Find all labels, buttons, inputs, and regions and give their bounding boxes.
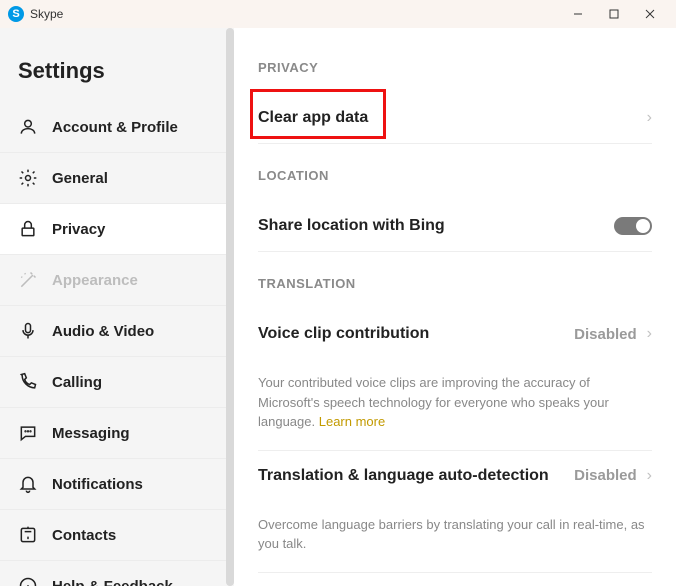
microphone-icon [18, 321, 38, 341]
sidebar-item-notifications[interactable]: Notifications [0, 459, 234, 510]
chevron-right-icon: › [647, 325, 652, 343]
sidebar: Settings Account & Profile General Priva… [0, 28, 234, 586]
message-icon [18, 423, 38, 443]
chevron-right-icon: › [647, 109, 652, 127]
share-location-toggle[interactable] [614, 217, 652, 235]
sidebar-item-label: Audio & Video [52, 323, 154, 340]
content-panel: PRIVACY Clear app data › LOCATION Share … [234, 28, 676, 586]
voice-clip-label: Voice clip contribution [258, 325, 429, 343]
chevron-right-icon: › [647, 467, 652, 485]
phone-icon [18, 372, 38, 392]
info-icon [18, 576, 38, 586]
sidebar-item-appearance[interactable]: Appearance [0, 255, 234, 306]
sidebar-item-label: Messaging [52, 425, 130, 442]
minimize-button[interactable] [560, 0, 596, 28]
auto-detection-status: Disabled [574, 467, 637, 484]
auto-detection-label: Translation & language auto-detection [258, 467, 549, 485]
sidebar-item-general[interactable]: General [0, 153, 234, 204]
voice-clip-status: Disabled [574, 326, 637, 343]
sidebar-item-label: Notifications [52, 476, 143, 493]
sidebar-item-label: Account & Profile [52, 119, 178, 136]
lock-icon [18, 219, 38, 239]
sidebar-item-calling[interactable]: Calling [0, 357, 234, 408]
location-section-label: LOCATION [258, 168, 652, 183]
sidebar-item-label: Privacy [52, 221, 105, 238]
close-button[interactable] [632, 0, 668, 28]
sidebar-item-label: Appearance [52, 272, 138, 289]
sidebar-item-help[interactable]: Help & Feedback [0, 561, 234, 586]
wand-icon [18, 270, 38, 290]
auto-detection-row[interactable]: Translation & language auto-detection Di… [258, 451, 652, 501]
clear-app-data-row[interactable]: Clear app data › [258, 93, 652, 144]
auto-detection-description: Overcome language barriers by translatin… [258, 501, 652, 573]
voice-clip-description: Your contributed voice clips are improvi… [258, 359, 652, 451]
share-location-row[interactable]: Share location with Bing [258, 201, 652, 252]
skype-icon: S [8, 6, 24, 22]
sidebar-item-privacy[interactable]: Privacy [0, 204, 234, 255]
voice-clip-row[interactable]: Voice clip contribution Disabled › [258, 309, 652, 359]
sidebar-item-messaging[interactable]: Messaging [0, 408, 234, 459]
sidebar-item-label: General [52, 170, 108, 187]
account-icon [18, 117, 38, 137]
sidebar-item-account[interactable]: Account & Profile [0, 102, 234, 153]
sidebar-item-label: Help & Feedback [52, 578, 173, 586]
gear-icon [18, 168, 38, 188]
bell-icon [18, 474, 38, 494]
sidebar-header: Settings [0, 28, 234, 102]
title-bar: S Skype [0, 0, 676, 28]
clear-app-data-label: Clear app data [258, 109, 368, 127]
sidebar-item-audio-video[interactable]: Audio & Video [0, 306, 234, 357]
sidebar-item-label: Calling [52, 374, 102, 391]
share-location-label: Share location with Bing [258, 217, 445, 235]
translation-section-label: TRANSLATION [258, 276, 652, 291]
learn-more-link[interactable]: Learn more [319, 414, 385, 429]
sidebar-item-contacts[interactable]: Contacts [0, 510, 234, 561]
privacy-section-label: PRIVACY [258, 60, 652, 75]
app-title: Skype [30, 7, 560, 21]
contacts-icon [18, 525, 38, 545]
maximize-button[interactable] [596, 0, 632, 28]
sidebar-item-label: Contacts [52, 527, 116, 544]
